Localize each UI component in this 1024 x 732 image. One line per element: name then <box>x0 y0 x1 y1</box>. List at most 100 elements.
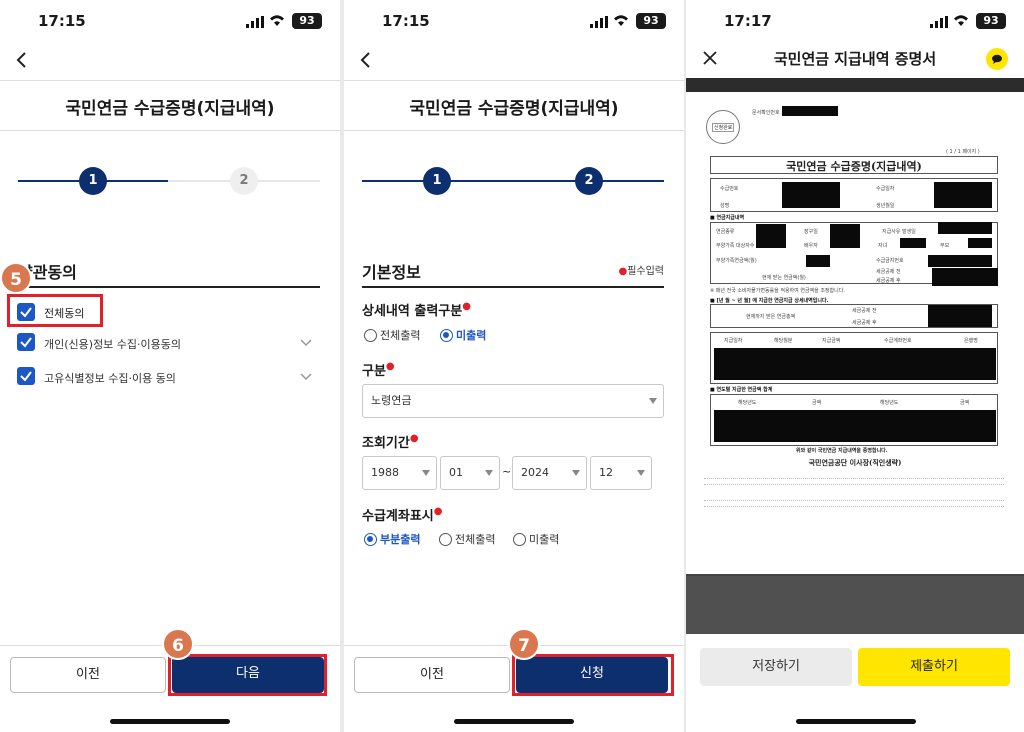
section-title: 기본정보 <box>362 263 421 282</box>
redacted-block <box>934 182 992 208</box>
battery-icon: 93 <box>636 13 666 29</box>
page-title: 국민연금 지급내역 증명서 <box>773 50 937 68</box>
radio-selected-icon <box>440 328 453 342</box>
page-title: 국민연금 수급증명(지급내역) <box>409 99 619 119</box>
radio-full-print[interactable]: 전체출력 <box>364 327 420 343</box>
step-2: 2 <box>575 167 603 195</box>
radio-full-print[interactable]: 전체출력 <box>439 531 495 547</box>
chevron-down-icon[interactable] <box>300 373 312 381</box>
step-progress-line <box>362 180 664 182</box>
radio-partial-print[interactable]: 부분출력 <box>364 531 420 547</box>
section-heading: ■ 연금지급내역 <box>710 215 745 221</box>
home-indicator <box>110 719 230 724</box>
period-label: 조회기간● <box>362 433 419 451</box>
account-label: 수급계좌표시● <box>362 506 443 524</box>
seal-stamp: 신청완료 <box>706 110 740 144</box>
redacted-block <box>756 224 786 248</box>
signal-icon <box>246 16 264 28</box>
step-badge-5: 5 <box>0 262 32 294</box>
fine-print-line <box>704 506 1004 508</box>
to-month-select[interactable]: 12 <box>590 456 652 490</box>
page-indicator: ( 1 / 1 페이지 ) <box>946 149 980 155</box>
detail-label: 상세내역 출력구분● <box>362 301 471 319</box>
dropdown-arrow-icon <box>572 470 580 476</box>
divider <box>0 130 340 131</box>
chevron-down-icon[interactable] <box>300 339 312 347</box>
divider <box>344 130 684 131</box>
radio-icon <box>439 532 452 546</box>
type-label: 구분● <box>362 361 395 379</box>
check-icon <box>20 371 32 382</box>
submit-button[interactable]: 제출하기 <box>858 648 1010 686</box>
screen-basic-info: 17:15 93 국민연금 수급증명(지급내역) 1 2 기본정보 ●필수입력 … <box>344 0 684 732</box>
signal-icon <box>930 16 948 28</box>
section-heading: ■ 연도별 지급한 연금액 합계 <box>710 387 773 393</box>
page-title: 국민연금 수급증명(지급내역) <box>65 99 275 119</box>
fine-print-line <box>704 484 1004 486</box>
status-time: 17:15 <box>38 12 86 30</box>
redacted-block <box>830 224 860 248</box>
redacted-block <box>900 238 926 248</box>
certify-text: 위와 같이 국민연금 지급내역을 증명합니다. <box>796 448 888 454</box>
dropdown-arrow-icon <box>637 470 645 476</box>
range-separator: ~ <box>502 465 512 478</box>
redacted-block <box>932 268 998 286</box>
redacted-block <box>968 238 992 248</box>
speech-bubble-icon <box>992 54 1002 64</box>
prev-button[interactable]: 이전 <box>354 657 510 693</box>
home-indicator <box>454 719 574 724</box>
to-year-select[interactable]: 2024 <box>512 456 587 490</box>
dropdown-arrow-icon <box>485 470 493 476</box>
redacted-block <box>806 255 830 267</box>
fine-print-line <box>704 500 1004 502</box>
status-bar: 17:15 93 <box>344 0 684 44</box>
wifi-icon <box>614 15 628 26</box>
doc-heading-box: 국민연금 수급증명(지급내역) <box>710 156 998 174</box>
redacted-block <box>928 305 992 327</box>
consent-label[interactable]: 개인(신용)정보 수집·이용동의 <box>44 336 181 352</box>
step-1: 1 <box>423 167 451 195</box>
dropdown-arrow-icon <box>422 470 430 476</box>
section-rule <box>362 286 664 288</box>
from-month-select[interactable]: 01 <box>440 456 500 490</box>
from-year-select[interactable]: 1988 <box>362 456 437 490</box>
document-page: 신청완료 문서확인번호 : ( 1 / 1 페이지 ) 국민연금 수급증명(지급… <box>686 92 1024 574</box>
battery-icon: 93 <box>292 13 322 29</box>
redacted-block <box>928 255 992 267</box>
radio-no-print[interactable]: 미출력 <box>513 531 559 547</box>
save-button[interactable]: 저장하기 <box>700 648 852 686</box>
type-select[interactable]: 노령연금 <box>362 384 664 418</box>
chat-icon[interactable] <box>986 48 1008 70</box>
consent-label[interactable]: 고유식별정보 수집·이용 동의 <box>44 370 176 386</box>
screen-certificate: 17:17 93 국민연금 지급내역 증명서 신청완료 문서확인번호 : ( 1… <box>686 0 1024 732</box>
step-badge-6: 6 <box>162 628 194 660</box>
radio-no-print[interactable]: 미출력 <box>440 327 486 343</box>
back-icon[interactable] <box>356 50 376 70</box>
viewer-toolbar <box>686 78 1024 92</box>
home-indicator <box>796 719 916 724</box>
issuer-text: 국민연금공단 이사장(직인생략) <box>808 458 902 467</box>
back-icon[interactable] <box>12 50 32 70</box>
viewer-footer <box>686 576 1024 634</box>
required-note: ●필수입력 <box>618 266 664 277</box>
radio-selected-icon <box>364 532 377 546</box>
status-bar: 17:15 93 <box>0 0 340 44</box>
redacted-block <box>714 410 996 442</box>
dropdown-arrow-icon <box>649 398 657 404</box>
consent-checkbox[interactable] <box>17 333 35 351</box>
radio-icon <box>364 328 377 342</box>
step-2: 2 <box>230 167 258 195</box>
signal-icon <box>590 16 608 28</box>
wifi-icon <box>954 15 968 26</box>
radio-icon <box>513 532 526 546</box>
prev-button[interactable]: 이전 <box>10 657 166 693</box>
redacted-block <box>714 348 996 380</box>
step-1: 1 <box>79 167 107 195</box>
consent-checkbox[interactable] <box>17 367 35 385</box>
fine-print-line <box>704 478 1004 480</box>
step-badge-7: 7 <box>508 628 540 660</box>
divider <box>0 80 340 81</box>
screen-consent: 17:15 93 국민연금 수급증명(지급내역) 1 2 약관동의 5 전체동의… <box>0 0 340 732</box>
section-rule <box>18 286 320 288</box>
check-icon <box>20 337 32 348</box>
